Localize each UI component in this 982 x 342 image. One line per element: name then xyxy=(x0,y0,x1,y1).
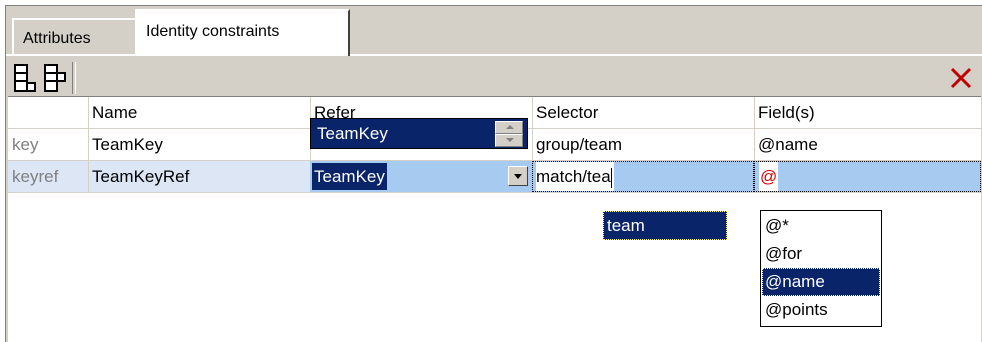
header-selector[interactable]: Selector xyxy=(532,97,754,128)
fields-input-value: @ xyxy=(759,162,779,191)
header-name[interactable]: Name xyxy=(88,97,310,128)
dropdown-arrow-button[interactable] xyxy=(508,166,528,186)
toolbar-divider xyxy=(72,62,76,94)
refer-option[interactable]: TeamKey xyxy=(317,119,388,148)
insert-row-button[interactable] xyxy=(40,62,70,94)
field-option[interactable]: @for xyxy=(762,240,880,268)
tab-attributes[interactable]: Attributes xyxy=(12,18,136,54)
row-kind: keyref xyxy=(8,161,88,192)
scroll-up-arrow-icon[interactable] xyxy=(495,121,523,134)
refer-dropdown-list[interactable]: TeamKey xyxy=(310,118,528,149)
spin-scroller[interactable] xyxy=(495,121,523,147)
field-option[interactable]: @* xyxy=(762,212,880,240)
append-row-button[interactable] xyxy=(10,62,40,94)
fields-cell[interactable]: @name xyxy=(754,129,981,160)
scroll-down-arrow-icon[interactable] xyxy=(495,134,523,147)
field-option-selected[interactable]: @name xyxy=(762,268,880,296)
selector-input-value: match/tea xyxy=(536,167,611,186)
text-caret xyxy=(610,167,612,188)
selector-autocomplete[interactable]: team xyxy=(603,211,727,240)
header-fields[interactable]: Field(s) xyxy=(754,97,981,128)
refer-combobox[interactable]: TeamKey xyxy=(310,161,532,192)
delete-button[interactable] xyxy=(947,64,975,92)
name-cell[interactable]: TeamKey xyxy=(88,129,310,160)
header-kind xyxy=(8,97,88,128)
toolbar xyxy=(8,60,981,97)
selector-suggestion[interactable]: team xyxy=(607,212,645,239)
name-cell[interactable]: TeamKeyRef xyxy=(88,161,310,192)
field-option[interactable]: @points xyxy=(762,296,880,324)
delete-x-icon xyxy=(950,67,972,89)
tab-bar: Attributes Identity constraints xyxy=(6,6,982,60)
tab-identity-constraints[interactable]: Identity constraints xyxy=(135,9,350,56)
column-divider xyxy=(88,97,89,192)
fields-input[interactable]: @ xyxy=(754,161,981,192)
identity-constraints-panel: Attributes Identity constraints Name Ref… xyxy=(5,5,982,342)
fields-autocomplete-list[interactable]: @* @for @name @points xyxy=(760,210,882,327)
row-kind: key xyxy=(12,135,39,154)
selector-input[interactable]: match/tea xyxy=(532,161,754,192)
insert-row-icon xyxy=(44,64,66,92)
append-row-icon xyxy=(14,64,36,92)
selector-cell[interactable]: group/team xyxy=(532,129,754,160)
selector-input-text-wrap: match/tea xyxy=(536,162,614,191)
refer-combobox-value: TeamKey xyxy=(312,163,387,190)
